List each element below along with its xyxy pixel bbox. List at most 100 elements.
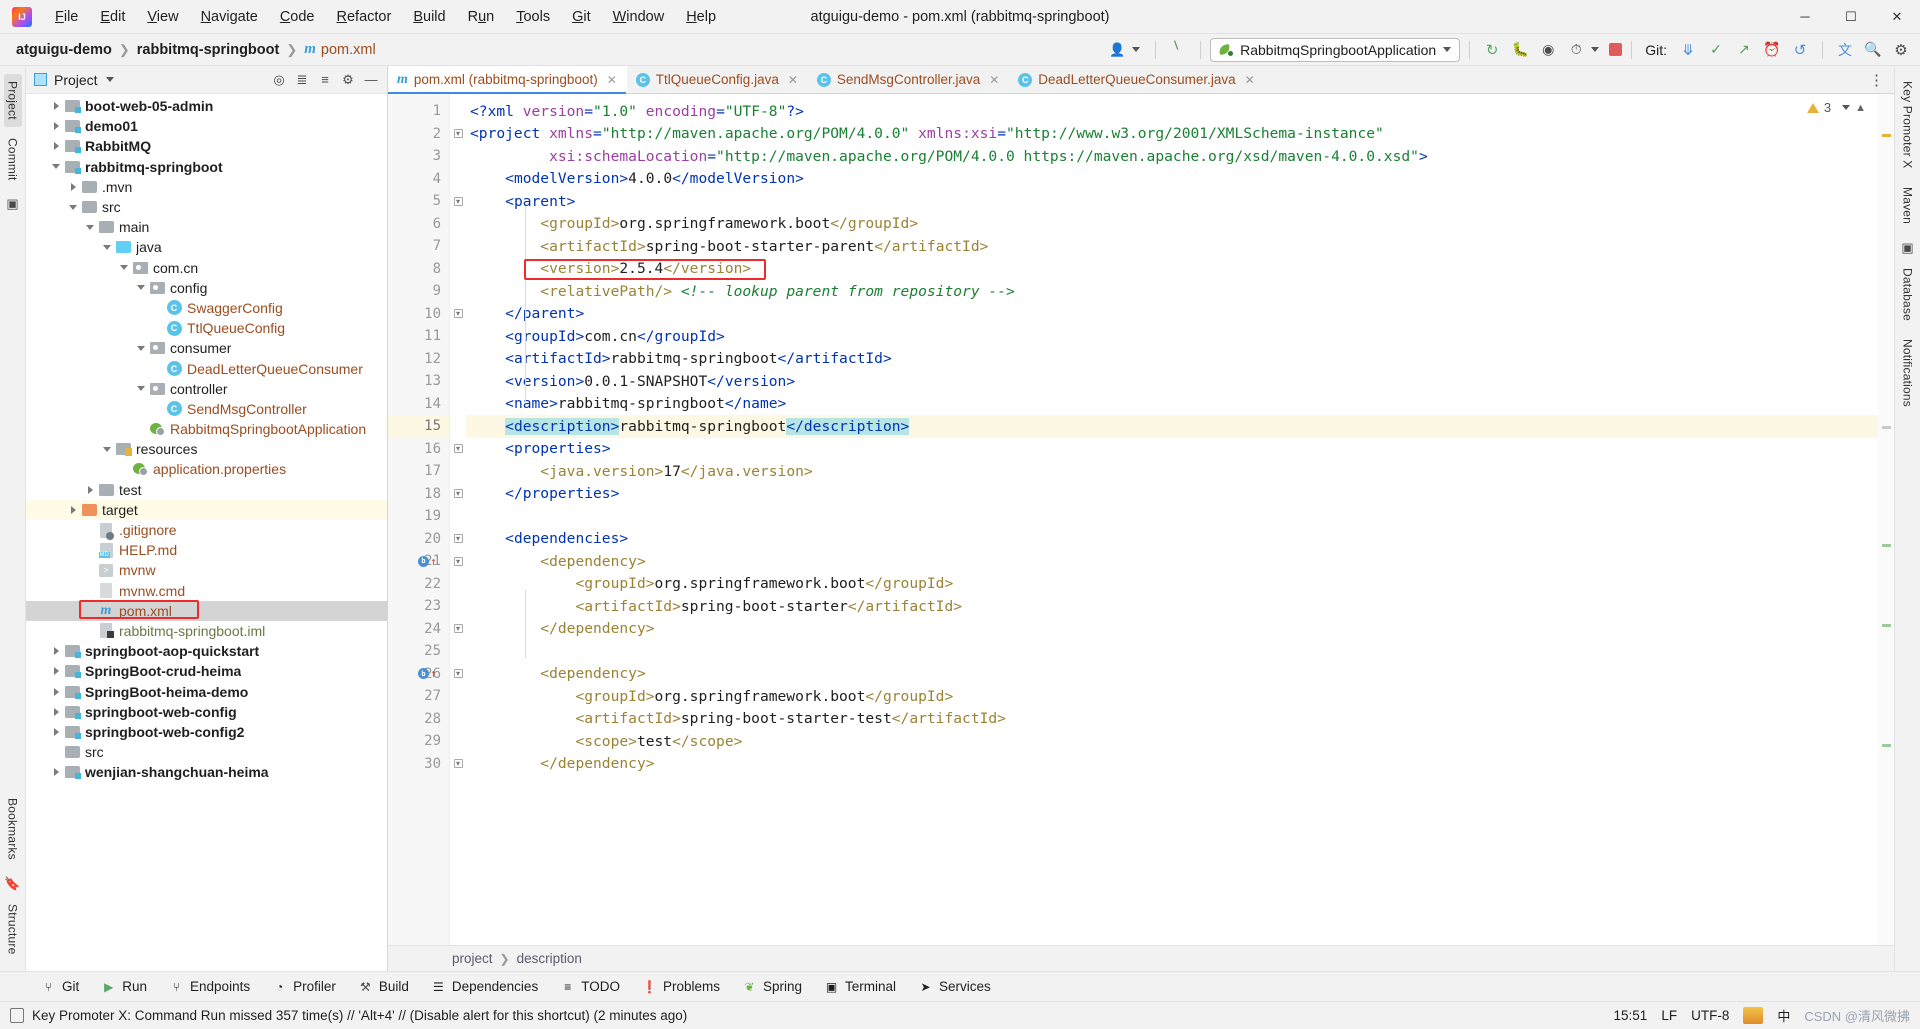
tree-item-controller[interactable]: controller: [26, 379, 387, 399]
chevron-down-icon[interactable]: [1132, 47, 1141, 52]
tree-item-mvnw[interactable]: > mvnw: [26, 560, 387, 580]
commit-icon[interactable]: ▣: [4, 195, 22, 213]
menu-view[interactable]: View: [136, 5, 189, 29]
code-fold-toggle[interactable]: ▾: [450, 528, 466, 551]
gutter-line-number[interactable]: 2: [388, 123, 449, 146]
search-icon[interactable]: 🔍: [1860, 38, 1886, 62]
chevron-right-icon[interactable]: [49, 142, 63, 151]
rail-tab-project[interactable]: Project: [3, 74, 22, 127]
tree-item-rabbitmq[interactable]: RabbitMQ: [26, 136, 387, 156]
gutter-line-number[interactable]: 7: [388, 235, 449, 258]
code-fold-toggle[interactable]: ▾: [450, 618, 466, 641]
close-tab-icon[interactable]: ✕: [607, 73, 617, 87]
code-line[interactable]: <dependency>: [466, 663, 1878, 686]
code-line[interactable]: </properties>: [466, 483, 1878, 506]
tree-item-rabbitmq-springboot-iml[interactable]: rabbitmq-springboot.iml: [26, 621, 387, 641]
tree-item-config[interactable]: config: [26, 278, 387, 298]
tree-item-springboot-crud-heima[interactable]: SpringBoot-crud-heima: [26, 661, 387, 681]
gutter-line-number[interactable]: 28: [388, 708, 449, 731]
chevron-down-icon[interactable]: [100, 244, 114, 250]
tree-item-rabbitmq-springboot[interactable]: rabbitmq-springboot: [26, 157, 387, 177]
editor-tab-ttlqueueconfig-java[interactable]: C TtlQueueConfig.java ✕: [627, 66, 808, 93]
gutter-line-number[interactable]: 5: [388, 190, 449, 213]
chevron-right-icon[interactable]: [49, 768, 63, 777]
gutter-line-number[interactable]: 16: [388, 438, 449, 461]
editor-tab-pom-xml-rabbitmq-springboot[interactable]: m pom.xml (rabbitmq-springboot) ✕: [388, 66, 627, 94]
collapse-all-icon[interactable]: ≡: [315, 70, 335, 90]
code-line[interactable]: <groupId> com.cn </groupId>: [466, 325, 1878, 348]
code-line[interactable]: <relativePath/> <!-- lookup parent from …: [466, 280, 1878, 303]
chevron-right-icon[interactable]: [49, 102, 63, 111]
code-line[interactable]: <name> rabbitmq-springboot </name>: [466, 393, 1878, 416]
chevron-right-icon[interactable]: [66, 505, 80, 514]
code-line[interactable]: <artifactId> spring-boot-starter-test </ar…: [466, 708, 1878, 731]
breadcrumb-project[interactable]: atguigu-demo: [16, 42, 112, 58]
user-icon[interactable]: 👤: [1104, 38, 1130, 62]
tree-item-springboot-heima-demo[interactable]: SpringBoot-heima-demo: [26, 681, 387, 701]
gutter-line-number[interactable]: 6: [388, 213, 449, 236]
code-line[interactable]: <artifactId> rabbitmq-springboot </artifac…: [466, 348, 1878, 371]
chevron-right-icon[interactable]: [49, 667, 63, 676]
debug-bug-icon[interactable]: 🐛: [1507, 38, 1533, 62]
git-push-icon[interactable]: ↗: [1731, 38, 1757, 62]
gutter-line-number[interactable]: 10: [388, 303, 449, 326]
gutter-line-number[interactable]: b ↑ 26: [388, 663, 449, 686]
tree-item-mvn[interactable]: .mvn: [26, 177, 387, 197]
code-line[interactable]: </dependency>: [466, 753, 1878, 776]
code-line[interactable]: <version> 2.5.4 </version>: [466, 258, 1878, 281]
tree-item-wenjian-shangchuan-heima[interactable]: wenjian-shangchuan-heima: [26, 762, 387, 782]
menu-build[interactable]: Build: [402, 5, 456, 29]
expand-all-icon[interactable]: ≣: [292, 70, 312, 90]
close-tab-icon[interactable]: ✕: [1245, 73, 1255, 87]
tool-window-services[interactable]: ➤ Services: [907, 979, 1002, 994]
tool-window-profiler[interactable]: ◔ Profiler: [261, 979, 347, 994]
code-line[interactable]: <java.version> 17 </java.version>: [466, 460, 1878, 483]
settings-gear-icon[interactable]: ⚙: [1888, 38, 1914, 62]
run-with-coverage-icon[interactable]: ◉: [1535, 38, 1561, 62]
gutter-line-number[interactable]: 15: [388, 415, 449, 438]
minimize-button[interactable]: ─: [1782, 0, 1828, 34]
chevron-down-icon[interactable]: [1591, 47, 1600, 52]
chevron-down-icon[interactable]: [105, 77, 114, 82]
code-line[interactable]: <parent>: [466, 190, 1878, 213]
hide-icon[interactable]: —: [361, 70, 381, 90]
menu-run[interactable]: Run: [457, 5, 506, 29]
code-line[interactable]: <groupId> org.springframework.boot </group…: [466, 213, 1878, 236]
gutter-line-number[interactable]: 22: [388, 573, 449, 596]
gutter-line-number[interactable]: 30: [388, 753, 449, 776]
maximize-button[interactable]: ☐: [1828, 0, 1874, 34]
tree-item-deadletterqueueconsumer[interactable]: C DeadLetterQueueConsumer: [26, 358, 387, 378]
code-line[interactable]: </dependency>: [466, 618, 1878, 641]
menu-edit[interactable]: Edit: [89, 5, 136, 29]
code-fold-toggle[interactable]: ▾: [450, 190, 466, 213]
tree-item-springboot-aop-quickstart[interactable]: springboot-aop-quickstart: [26, 641, 387, 661]
build-hammer-icon[interactable]: ╵: [1162, 34, 1195, 65]
menu-help[interactable]: Help: [675, 5, 727, 29]
gutter-line-number[interactable]: 13: [388, 370, 449, 393]
gutter-line-number[interactable]: 4: [388, 168, 449, 191]
gutter-line-number[interactable]: b ↑ 21: [388, 550, 449, 573]
locate-icon[interactable]: ◎: [269, 70, 289, 90]
menu-tools[interactable]: Tools: [505, 5, 561, 29]
chevron-right-icon[interactable]: [49, 727, 63, 736]
profiler-icon[interactable]: ⏱: [1563, 38, 1589, 62]
editor-fold-column[interactable]: ▾ ▾ ▾ ▾ ▾ ▾ ▾ ▾ ▾ ▾: [450, 94, 466, 945]
line-separator-indicator[interactable]: LF: [1661, 1008, 1677, 1023]
rail-tab-bookmarks[interactable]: Bookmarks: [4, 791, 22, 867]
code-line[interactable]: <description> rabbitmq-springboot </descri…: [466, 415, 1878, 438]
tree-item-gitignore[interactable]: .gitignore: [26, 520, 387, 540]
chevron-down-icon[interactable]: [83, 224, 97, 230]
gutter-line-number[interactable]: 19: [388, 505, 449, 528]
gutter-line-number[interactable]: 3: [388, 145, 449, 168]
gutter-line-number[interactable]: 11: [388, 325, 449, 348]
tool-window-git[interactable]: ⑂ Git: [30, 979, 90, 994]
tree-item-swaggerconfig[interactable]: C SwaggerConfig: [26, 298, 387, 318]
tool-window-problems[interactable]: ❗ Problems: [631, 979, 731, 994]
tree-item-springboot-web-config[interactable]: springboot-web-config: [26, 702, 387, 722]
chevron-right-icon[interactable]: [83, 485, 97, 494]
menu-file[interactable]: File: [44, 5, 89, 29]
gutter-line-number[interactable]: 27: [388, 685, 449, 708]
gutter-line-number[interactable]: 1: [388, 100, 449, 123]
tree-item-mvnw-cmd[interactable]: mvnw.cmd: [26, 581, 387, 601]
tree-item-sendmsgcontroller[interactable]: C SendMsgController: [26, 399, 387, 419]
